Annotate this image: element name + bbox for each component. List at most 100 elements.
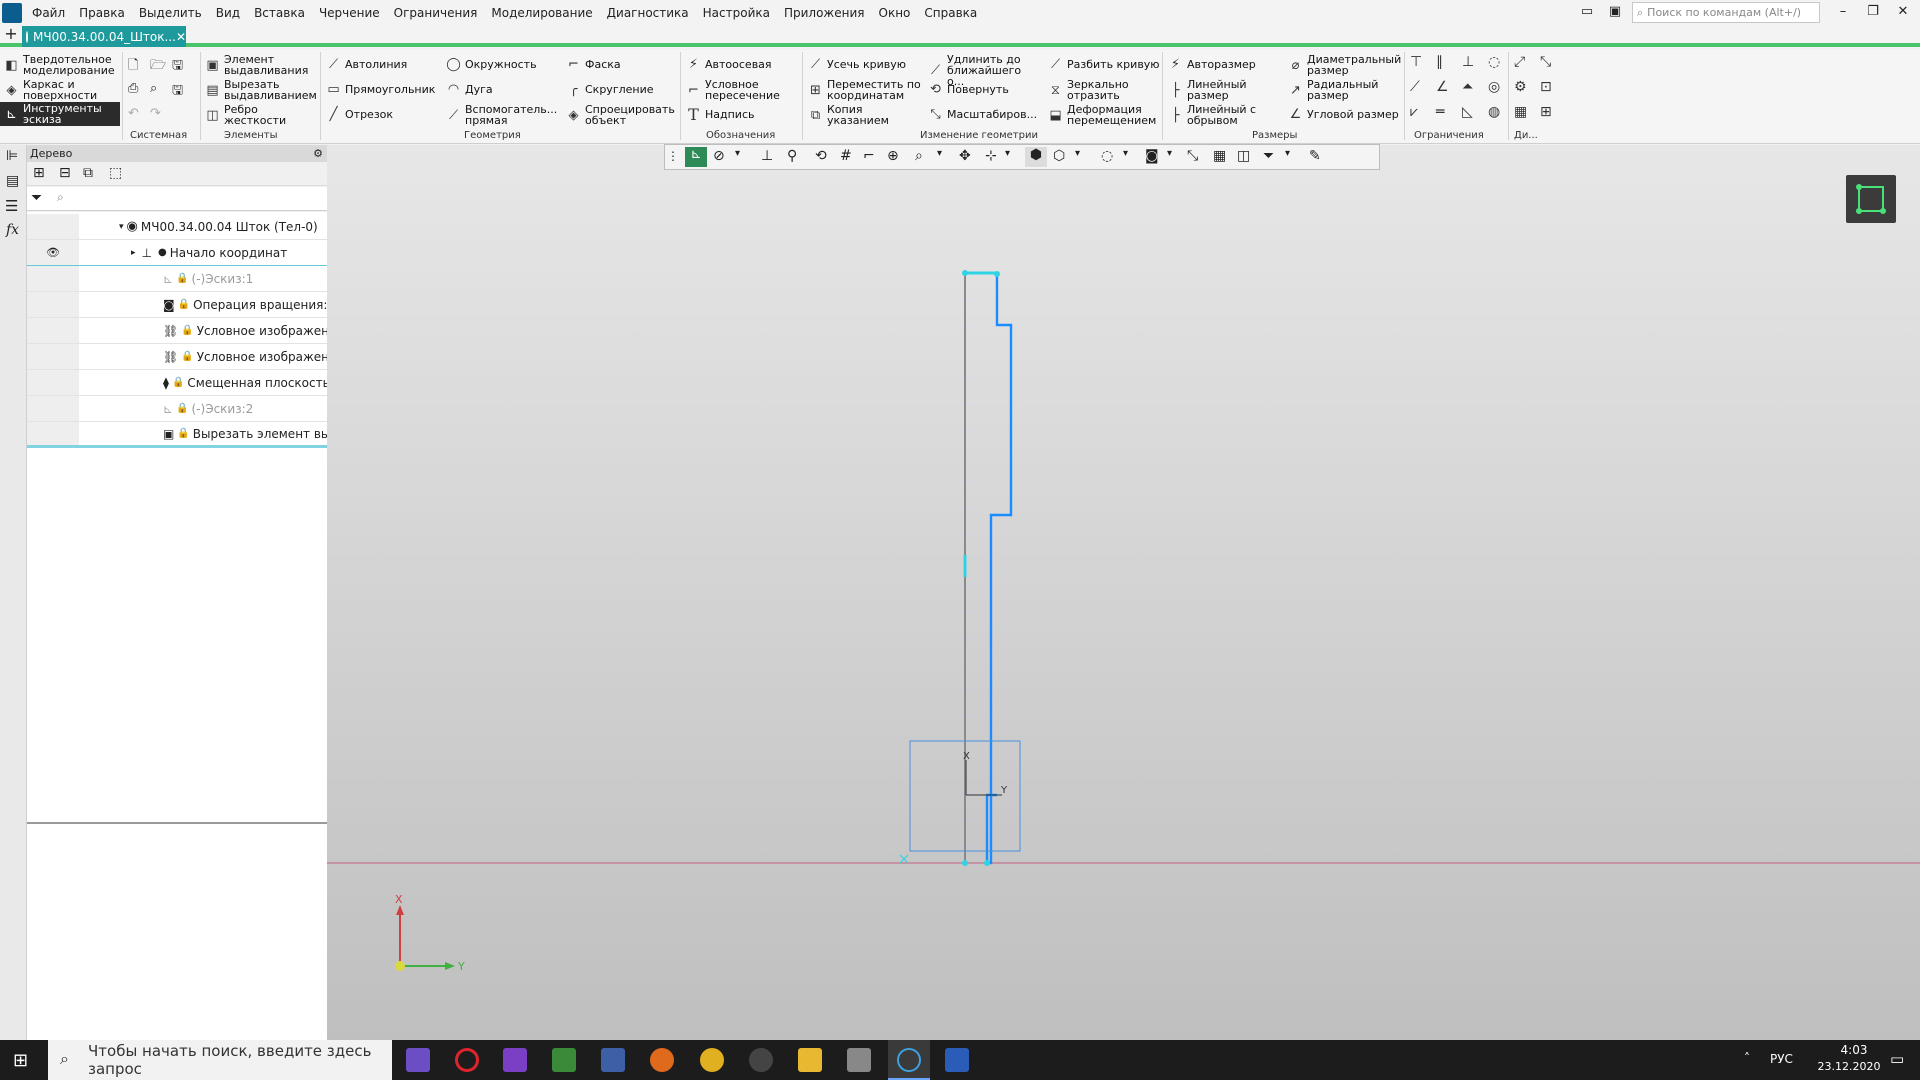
sketch-toggle-icon[interactable]: ⊾ xyxy=(685,147,707,167)
new-doc-icon[interactable]: 🗋 xyxy=(128,56,138,78)
parallel-icon[interactable]: ∥ xyxy=(1436,54,1443,70)
word-icon[interactable] xyxy=(945,1048,969,1072)
expand-arrow-icon[interactable]: ▾ xyxy=(119,222,124,232)
mirror-button[interactable]: ⧖ Зеркально отразить xyxy=(1048,79,1137,101)
vertical-constraint-icon[interactable]: ⩗ xyxy=(1410,104,1418,120)
redo-icon[interactable]: ↷ xyxy=(150,106,161,121)
tree-item-origin[interactable]: 👁 ▸ ⊥ ● Начало координат xyxy=(27,240,327,266)
angle-constraint-icon[interactable]: ∠ xyxy=(1436,79,1449,95)
tree-components-icon[interactable]: ⧉ xyxy=(83,165,93,181)
scale-button[interactable]: ⤡ Масштабиров... xyxy=(928,107,1037,122)
hide-icon[interactable]: ◌ xyxy=(1101,148,1113,164)
tree-item-cut-extrude[interactable]: ▣ 🔒 Вырезать элемент выдавливания xyxy=(27,422,327,448)
menu-edit[interactable]: Правка xyxy=(73,6,133,20)
display-mode-icon[interactable]: ⬡ xyxy=(1053,148,1065,164)
dropdown-icon[interactable]: ▾ xyxy=(1005,148,1010,159)
tree-search-input[interactable] xyxy=(73,189,319,208)
zoom-window-icon[interactable]: ⌕ xyxy=(915,148,923,164)
sketch-contour[interactable] xyxy=(965,271,1013,865)
close-button[interactable]: ✕ xyxy=(1888,0,1918,25)
pen-icon[interactable]: ✎ xyxy=(1309,148,1321,164)
concentric-icon[interactable]: ◎ xyxy=(1488,79,1500,95)
tree-structure-icon[interactable]: ⊞ xyxy=(33,165,45,181)
maximize-button[interactable]: ❐ xyxy=(1858,0,1888,25)
linear-break-dim-button[interactable]: ├ Линейный с обрывом xyxy=(1168,104,1257,126)
perpendicular-icon[interactable]: ⊥ xyxy=(1462,54,1474,70)
notepad-icon[interactable] xyxy=(552,1048,576,1072)
clock-date[interactable]: 23.12.2020 xyxy=(1810,1060,1888,1073)
menu-constraints[interactable]: Ограничения xyxy=(388,6,486,20)
sketch-mode-button[interactable] xyxy=(1846,175,1896,223)
save-all-icon[interactable]: 🖫 xyxy=(172,81,183,103)
clock-time[interactable]: 4:03 xyxy=(1824,1043,1884,1057)
circle-button[interactable]: ◯ Окружность xyxy=(446,57,536,72)
autoline-button[interactable]: ⟋ Автолиния xyxy=(326,57,407,72)
firefox-icon[interactable] xyxy=(650,1048,674,1072)
di-tool3-icon[interactable]: ⚙ xyxy=(1514,79,1527,95)
sketch-point[interactable] xyxy=(962,860,968,866)
media-icon[interactable] xyxy=(749,1048,773,1072)
cube-view-icon[interactable]: ⬢ xyxy=(1025,147,1047,167)
rotate-view-icon[interactable]: ⟲ xyxy=(815,148,827,164)
dropdown-icon[interactable]: ▾ xyxy=(1123,148,1128,159)
pan-icon[interactable]: ✥ xyxy=(959,148,971,164)
menu-view[interactable]: Вид xyxy=(210,6,248,20)
kompas-taskbar-button[interactable] xyxy=(888,1040,930,1080)
di-tool5-icon[interactable]: ▦ xyxy=(1514,104,1527,120)
menu-file[interactable]: Файл xyxy=(26,6,73,20)
symmetry-icon[interactable]: ⏶ xyxy=(1462,79,1473,95)
gear-icon[interactable]: ⚙ xyxy=(313,145,323,162)
filter-icon[interactable]: ⏷ xyxy=(31,190,42,206)
split-button[interactable]: ⟋ Разбить кривую xyxy=(1048,57,1160,72)
mode-wireframe[interactable]: ◈ Каркас и поверхности xyxy=(4,79,118,101)
snap-icon[interactable]: ⚲ xyxy=(787,148,797,164)
menu-insert[interactable]: Вставка xyxy=(248,6,313,20)
wizard-app-icon[interactable] xyxy=(601,1048,625,1072)
open-icon[interactable]: 🗁 xyxy=(150,56,166,78)
equal-icon[interactable]: ═ xyxy=(1436,104,1444,120)
layers-view-icon[interactable]: ◫ xyxy=(1237,148,1250,164)
collinear-icon[interactable]: ⟋ xyxy=(1410,79,1420,95)
new-tab-button[interactable]: + xyxy=(2,26,20,44)
di-tool4-icon[interactable]: ⊡ xyxy=(1540,79,1552,95)
app-vs-code-icon[interactable] xyxy=(406,1048,430,1072)
chrome-icon[interactable] xyxy=(700,1048,724,1072)
print-icon[interactable]: ⎙ xyxy=(128,81,138,96)
menu-window[interactable]: Окно xyxy=(873,6,919,20)
tangent-icon[interactable]: ◌ xyxy=(1488,54,1500,70)
tree-item-thread2[interactable]: ⛓ 🔒 Условное изображение резьбы:2 xyxy=(27,344,327,370)
visual-studio-icon[interactable] xyxy=(503,1048,527,1072)
undo-icon[interactable]: ↶ xyxy=(128,106,139,121)
point-on-curve-icon[interactable]: ◍ xyxy=(1488,104,1500,120)
segment-button[interactable]: ╱ Отрезок xyxy=(326,107,393,122)
grid-icon[interactable]: # xyxy=(840,148,852,164)
tree-history-icon[interactable]: ⊟ xyxy=(59,165,71,181)
fix-icon[interactable]: ◺ xyxy=(1462,104,1473,120)
project-button[interactable]: ◈ Спроецировать объект xyxy=(566,104,675,126)
rotate-button[interactable]: ⟲ Повернуть xyxy=(928,82,1009,97)
filter-icon[interactable]: ⏷ xyxy=(1263,148,1274,164)
variables-icon[interactable]: fx xyxy=(6,222,19,238)
horizontal-constraint-icon[interactable]: ⊤ xyxy=(1410,54,1422,70)
taskbar-search[interactable]: ⌕ Чтобы начать поиск, введите здесь запр… xyxy=(48,1040,392,1080)
properties-icon[interactable]: ▤ xyxy=(6,173,19,189)
extrude-button[interactable]: ▣ Элемент выдавливания xyxy=(205,54,316,76)
tree-item-thread1[interactable]: ⛓ 🔒 Условное изображение резьбы:1 xyxy=(27,318,327,344)
rectangle-button[interactable]: ▭ Прямоугольник xyxy=(326,82,435,97)
menu-diagnostics[interactable]: Диагностика xyxy=(601,6,697,20)
viewport[interactable]: X Y X Y xyxy=(327,145,1920,1040)
windows-start-icon[interactable]: ⊞ xyxy=(13,1050,28,1071)
document-tab[interactable]: МЧ00.34.00.04_Шток... ✕ xyxy=(22,26,186,47)
zoom-icon[interactable]: ⊕ xyxy=(887,148,899,164)
local-cs-icon[interactable]: ⌐ xyxy=(863,148,875,164)
orient-icon[interactable]: ⊹ xyxy=(985,148,997,164)
layout-icon[interactable]: ▭ xyxy=(1572,0,1602,25)
layers-icon[interactable]: ☰ xyxy=(5,197,18,215)
language-indicator[interactable]: РУС xyxy=(1770,1052,1793,1066)
tree-item-revolve[interactable]: ◙ 🔒 Операция вращения:1 xyxy=(27,292,327,318)
copy-button[interactable]: ⧉ Копия указанием xyxy=(808,104,907,126)
tree-item-offset-plane[interactable]: ⧫ 🔒 Смещенная плоскость:1 xyxy=(27,370,327,396)
save-icon[interactable]: 🖫 xyxy=(172,56,183,78)
file-explorer-icon[interactable] xyxy=(798,1048,822,1072)
cut-extrude-button[interactable]: ▤ Вырезать выдавливанием xyxy=(205,79,316,101)
